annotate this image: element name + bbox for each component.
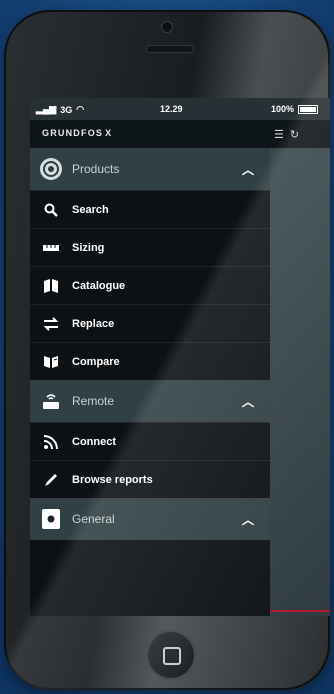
phone-frame: ▂▄▆ 3G ◠ 12.29 100% GRUNDFOS X ☰ ↻ Produ… bbox=[4, 10, 330, 690]
replace-icon bbox=[42, 316, 60, 332]
chevron-up-icon[interactable]: ︿ bbox=[242, 393, 254, 410]
rss-icon bbox=[42, 434, 60, 450]
brand-mark: X bbox=[105, 128, 113, 138]
carrier-label: 3G bbox=[60, 104, 73, 115]
app-bar: GRUNDFOS X ☰ ↻ bbox=[30, 120, 330, 148]
refresh-icon[interactable]: ↻ bbox=[290, 128, 299, 141]
section-products[interactable]: Products ︿ bbox=[30, 148, 270, 190]
search-icon bbox=[42, 202, 60, 218]
battery-icon bbox=[298, 104, 318, 114]
menu-item-label: Catalogue bbox=[72, 280, 126, 292]
products-circle-icon bbox=[40, 158, 62, 180]
chevron-up-icon[interactable]: ︿ bbox=[242, 161, 254, 178]
home-button[interactable] bbox=[146, 630, 196, 680]
compare-icon bbox=[42, 354, 60, 370]
menu-item-connect[interactable]: Connect bbox=[30, 422, 270, 461]
menu-item-catalogue[interactable]: Catalogue bbox=[30, 266, 270, 305]
signal-icon: ▂▄▆ bbox=[36, 104, 57, 114]
general-icon bbox=[42, 509, 60, 529]
wifi-icon: ◠ bbox=[76, 104, 85, 114]
list-icon[interactable]: ☰ bbox=[274, 128, 284, 141]
menu-item-compare[interactable]: Compare bbox=[30, 342, 270, 381]
app-screen: ▂▄▆ 3G ◠ 12.29 100% GRUNDFOS X ☰ ↻ Produ… bbox=[30, 98, 330, 616]
earpiece-speaker bbox=[147, 46, 193, 52]
status-right: 100% bbox=[271, 104, 318, 114]
menu-item-search[interactable]: Search bbox=[30, 190, 270, 229]
pencil-icon bbox=[42, 472, 60, 488]
remote-icon bbox=[40, 390, 62, 412]
status-time: 12.29 bbox=[160, 104, 183, 114]
sizing-icon bbox=[42, 240, 60, 256]
content-panel bbox=[270, 148, 330, 616]
status-bar: ▂▄▆ 3G ◠ 12.29 100% bbox=[30, 98, 330, 120]
section-label: General bbox=[72, 512, 115, 526]
status-left: ▂▄▆ 3G ◠ bbox=[36, 104, 84, 115]
accent-line bbox=[270, 610, 330, 612]
menu-item-label: Browse reports bbox=[72, 474, 153, 486]
section-general[interactable]: General ︿ bbox=[30, 498, 270, 540]
catalogue-icon bbox=[42, 278, 60, 294]
toolbar-right: ☰ ↻ bbox=[274, 128, 299, 141]
menu-item-label: Sizing bbox=[72, 242, 105, 254]
menu-item-label: Compare bbox=[72, 356, 120, 368]
menu-item-label: Connect bbox=[72, 436, 116, 448]
section-label: Products bbox=[72, 162, 120, 176]
menu-item-label: Search bbox=[72, 204, 109, 216]
menu-item-browse-reports[interactable]: Browse reports bbox=[30, 460, 270, 499]
menu-item-sizing[interactable]: Sizing bbox=[30, 228, 270, 267]
chevron-up-icon[interactable]: ︿ bbox=[242, 511, 254, 528]
front-camera bbox=[162, 22, 172, 32]
menu-item-label: Replace bbox=[72, 318, 115, 330]
home-square-icon bbox=[163, 647, 181, 665]
menu-item-replace[interactable]: Replace bbox=[30, 304, 270, 343]
section-label: Remote bbox=[72, 394, 115, 408]
section-remote[interactable]: Remote ︿ bbox=[30, 380, 270, 422]
brand-logo: GRUNDFOS X bbox=[42, 128, 112, 138]
brand-name: GRUNDFOS bbox=[42, 128, 104, 138]
battery-percent: 100% bbox=[270, 104, 294, 114]
navigation-drawer: Products ︿ Search Sizing Catalogue Repla… bbox=[30, 148, 270, 616]
